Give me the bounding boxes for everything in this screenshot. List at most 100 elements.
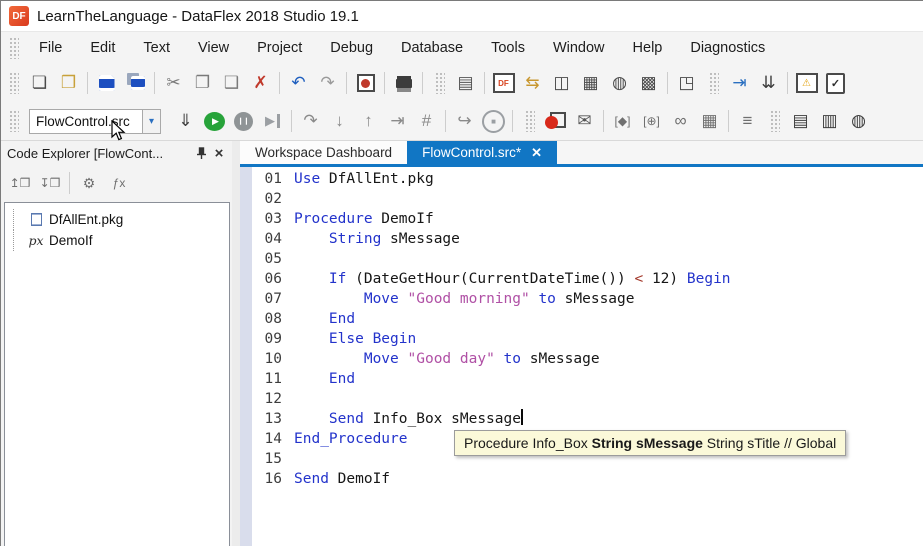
locals-icon[interactable]: [◆]	[608, 108, 637, 134]
new-file-icon[interactable]: ❏	[25, 70, 54, 96]
cascade-run-icon[interactable]: ⇊	[754, 70, 783, 96]
menu-item-tools[interactable]: Tools	[477, 32, 539, 65]
call-stack-icon[interactable]: ≡	[733, 108, 762, 134]
dataflex-reports-icon[interactable]	[489, 70, 518, 96]
menu-item-project[interactable]: Project	[243, 32, 316, 65]
delete-icon[interactable]: ✗	[246, 70, 275, 96]
tab-workspace-dashboard[interactable]: Workspace Dashboard	[240, 141, 407, 164]
menu-item-view[interactable]: View	[184, 32, 243, 65]
table-explorer-icon[interactable]: ▩	[634, 70, 663, 96]
close-panel-icon[interactable]: ×	[210, 145, 228, 163]
error-check-icon[interactable]	[792, 70, 821, 96]
compile-project-icon[interactable]: ⇓	[171, 108, 200, 134]
code-line[interactable]: 06 If (DateGetHour(CurrentDateTime()) < …	[252, 269, 923, 289]
tab-label: Workspace Dashboard	[255, 145, 392, 160]
show-functions-icon[interactable]: ƒx	[104, 170, 134, 196]
debug-toolbar-grip[interactable]	[9, 110, 19, 132]
project-selector-value[interactable]: FlowControl.src	[29, 109, 142, 134]
chevron-down-icon[interactable]: ▾	[142, 109, 161, 134]
line-number: 10	[260, 349, 282, 369]
db-table-icon[interactable]: ▤	[786, 108, 815, 134]
menu-item-help[interactable]: Help	[619, 32, 677, 65]
toolbar-grip[interactable]	[525, 110, 535, 132]
paste-icon[interactable]: ❑	[217, 70, 246, 96]
property-panel-icon[interactable]: ▦	[576, 70, 605, 96]
redo-icon[interactable]: ↷	[313, 70, 342, 96]
toolbar-separator	[154, 72, 155, 94]
code-line[interactable]: 01Use DfAllEnt.pkg	[252, 169, 923, 189]
tooltip-text-post: String sTitle // Global	[703, 435, 836, 451]
sort-source-order-icon[interactable]: ↥❒	[5, 170, 35, 196]
code-line[interactable]: 13 Send Info_Box sMessage	[252, 409, 923, 429]
open-file-icon[interactable]: ❒	[54, 70, 83, 96]
pause-icon[interactable]	[229, 108, 258, 134]
menu-item-debug[interactable]: Debug	[316, 32, 387, 65]
compile-icon[interactable]	[351, 70, 380, 96]
toolbar-grip[interactable]	[435, 72, 445, 94]
code-token: End_Procedure	[294, 429, 408, 449]
toolbar-grip[interactable]	[9, 72, 19, 94]
object-browser-icon[interactable]: ◫	[547, 70, 576, 96]
code-line[interactable]: 05	[252, 249, 923, 269]
pin-icon[interactable]	[192, 145, 210, 163]
workspace-switch-icon[interactable]: ⇆	[518, 70, 547, 96]
toolbar-grip[interactable]	[770, 110, 780, 132]
globals-icon[interactable]: [⊕]	[637, 108, 666, 134]
run-icon[interactable]	[200, 108, 229, 134]
code-line[interactable]: 16Send DemoIf	[252, 469, 923, 489]
breakpoint-icon[interactable]	[541, 108, 570, 134]
show-settings-icon[interactable]: ⚙	[74, 170, 104, 196]
code-line[interactable]: 11 End	[252, 369, 923, 389]
menu-item-edit[interactable]: Edit	[76, 32, 129, 65]
print-icon[interactable]	[389, 70, 418, 96]
color-theme-icon[interactable]: ◍	[605, 70, 634, 96]
toolbar-separator	[279, 72, 280, 94]
table-watch-icon[interactable]: ▦	[695, 108, 724, 134]
tree-item-demoif[interactable]: pxDemoIf	[13, 230, 229, 251]
db-web-icon[interactable]: ◍	[844, 108, 873, 134]
panel-splitter[interactable]	[232, 141, 240, 546]
db-grid-icon[interactable]: ▥	[815, 108, 844, 134]
code-line[interactable]: 03Procedure DemoIf	[252, 209, 923, 229]
code-line[interactable]: 10 Move "Good day" to sMessage	[252, 349, 923, 369]
code-editor[interactable]: 01Use DfAllEnt.pkg0203Procedure DemoIf04…	[240, 167, 923, 546]
menu-item-file[interactable]: File	[25, 32, 76, 65]
project-selector[interactable]: FlowControl.src ▾	[29, 109, 161, 134]
menu-item-diagnostics[interactable]: Diagnostics	[676, 32, 779, 65]
step-into-icon[interactable]: ↓	[325, 108, 354, 134]
run-to-line-icon[interactable]: #	[412, 108, 441, 134]
attach-file-icon[interactable]: ◳	[672, 70, 701, 96]
tree-item-dfallent-pkg[interactable]: DfAllEnt.pkg	[13, 209, 229, 230]
goto-definition-icon[interactable]: ⇥	[725, 70, 754, 96]
copy-form-icon[interactable]: ▤	[451, 70, 480, 96]
tab-flowcontrol-src[interactable]: FlowControl.src*✕	[407, 141, 557, 164]
menu-item-window[interactable]: Window	[539, 32, 619, 65]
step-out-icon[interactable]: ↑	[354, 108, 383, 134]
toolbar-grip[interactable]	[709, 72, 719, 94]
menu-grip[interactable]	[9, 37, 19, 59]
code-token: Move	[364, 289, 399, 309]
cut-icon[interactable]: ✂	[159, 70, 188, 96]
code-line[interactable]: 02	[252, 189, 923, 209]
code-line[interactable]: 08 End	[252, 309, 923, 329]
run-to-cursor-icon[interactable]: ⇥	[383, 108, 412, 134]
stop-debug-icon[interactable]	[479, 108, 508, 134]
save-all-icon[interactable]	[121, 70, 150, 96]
task-list-icon[interactable]	[821, 70, 850, 96]
code-line[interactable]: 12	[252, 389, 923, 409]
restart-icon[interactable]: ↪	[450, 108, 479, 134]
close-tab-icon[interactable]: ✕	[531, 145, 542, 161]
menu-item-database[interactable]: Database	[387, 32, 477, 65]
code-line[interactable]: 04 String sMessage	[252, 229, 923, 249]
step-over-icon[interactable]: ↷	[296, 108, 325, 134]
menu-item-text[interactable]: Text	[129, 32, 184, 65]
sort-alpha-order-icon[interactable]: ↧❒	[35, 170, 65, 196]
copy-icon[interactable]: ❐	[188, 70, 217, 96]
code-line[interactable]: 07 Move "Good morning" to sMessage	[252, 289, 923, 309]
send-report-icon[interactable]: ✉	[570, 108, 599, 134]
save-icon[interactable]	[92, 70, 121, 96]
undo-icon[interactable]: ↶	[284, 70, 313, 96]
code-line[interactable]: 09 Else Begin	[252, 329, 923, 349]
step-forward-icon[interactable]	[258, 108, 287, 134]
watches-icon[interactable]: ∞	[666, 108, 695, 134]
